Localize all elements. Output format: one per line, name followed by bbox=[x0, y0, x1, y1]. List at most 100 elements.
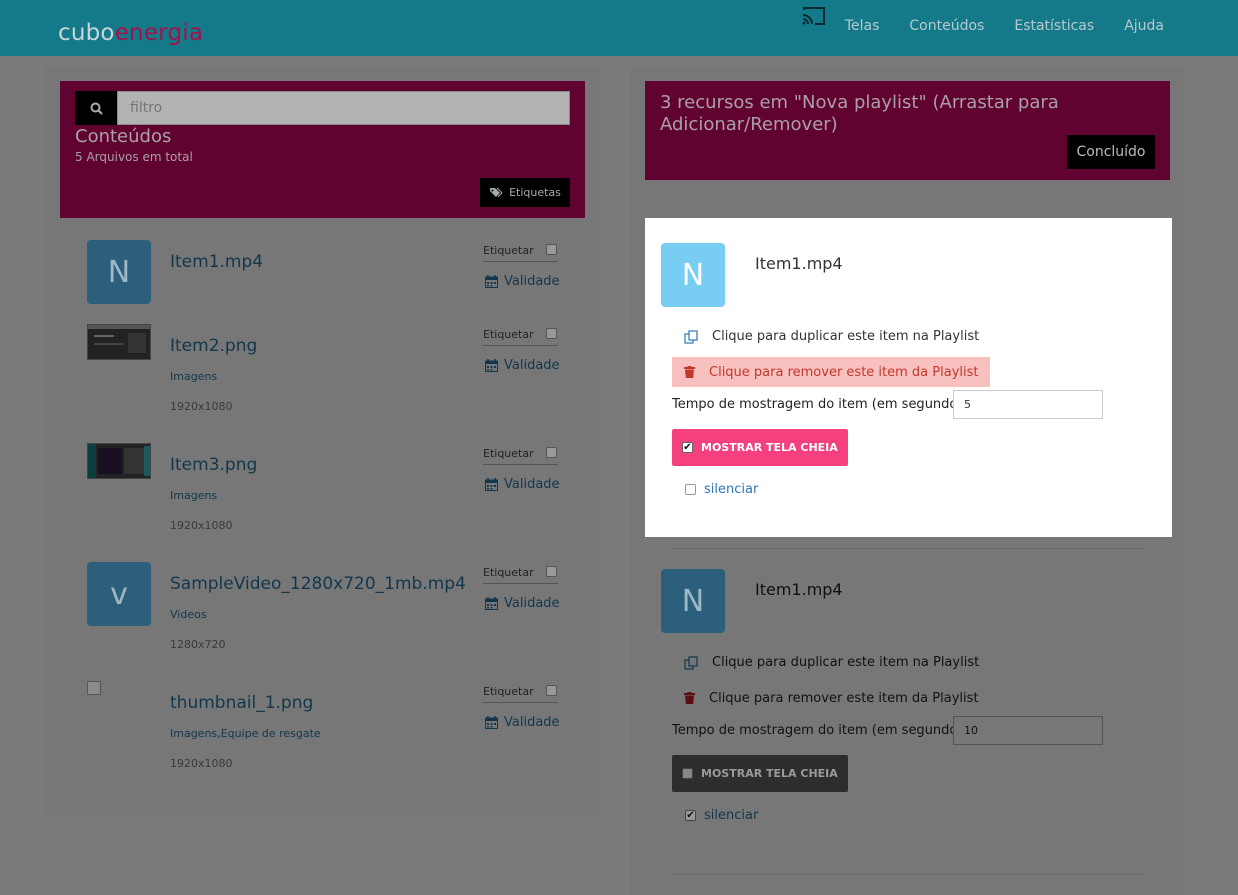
playlist-item-name: Item1.mp4 bbox=[755, 580, 843, 599]
mute-toggle[interactable]: silenciar bbox=[685, 482, 758, 497]
display-time-label: Tempo de mostragem do item (em segundos)… bbox=[672, 397, 974, 412]
search-icon bbox=[90, 102, 103, 115]
nav-link-ajuda[interactable]: Ajuda bbox=[1124, 18, 1164, 34]
validity-label: Validade bbox=[504, 596, 560, 611]
playlist-title: 3 recursos em "Nova playlist" (Arrastar … bbox=[660, 92, 1059, 135]
tag-label: Etiquetar bbox=[483, 447, 534, 460]
display-time-input[interactable]: 10 bbox=[953, 716, 1103, 745]
content-type: Videos bbox=[170, 608, 207, 621]
content-thumbnail-image bbox=[87, 443, 151, 479]
top-navbar: cuboenergia Telas Conteúdos Estatísticas… bbox=[0, 0, 1238, 56]
fullscreen-toggle[interactable]: MOSTRAR TELA CHEIA bbox=[672, 755, 848, 792]
validity-label: Validade bbox=[504, 477, 560, 492]
content-resolution: 1920x1080 bbox=[170, 400, 233, 413]
mute-label: silenciar bbox=[704, 808, 759, 823]
validity-link[interactable]: Validade bbox=[485, 358, 560, 373]
duplicate-item-link[interactable]: Clique para duplicar este item na Playli… bbox=[684, 655, 979, 670]
tag-checkbox[interactable] bbox=[546, 685, 557, 696]
mute-toggle[interactable]: ✔ silenciar bbox=[685, 808, 758, 823]
broken-image-icon bbox=[87, 681, 101, 695]
tag-checkbox-label[interactable]: Etiquetar bbox=[483, 244, 558, 262]
nav-link-conteudos[interactable]: Conteúdos bbox=[909, 18, 984, 34]
mute-checkbox[interactable] bbox=[685, 484, 696, 495]
display-time-label: Tempo de mostragem do item (em segundos)… bbox=[672, 723, 974, 738]
tag-label: Etiquetar bbox=[483, 685, 534, 698]
content-type: Imagens bbox=[170, 370, 218, 383]
tag-checkbox[interactable] bbox=[546, 244, 557, 255]
logo-text-energia: energia bbox=[114, 20, 204, 46]
validity-link[interactable]: Validade bbox=[485, 596, 560, 611]
remove-item-label: Clique para remover este item da Playlis… bbox=[709, 690, 979, 706]
divider bbox=[672, 874, 1144, 875]
content-name[interactable]: SampleVideo_1280x720_1mb.mp4 bbox=[170, 574, 466, 594]
trash-icon bbox=[684, 692, 695, 704]
remove-item-link[interactable]: Clique para remover este item da Playlis… bbox=[672, 683, 990, 713]
cast-icon[interactable] bbox=[802, 7, 826, 25]
tag-checkbox-label[interactable]: Etiquetar bbox=[483, 685, 558, 703]
validity-label: Validade bbox=[504, 274, 560, 289]
duplicate-item-label: Clique para duplicar este item na Playli… bbox=[712, 655, 980, 670]
fullscreen-checkbox[interactable] bbox=[682, 768, 693, 779]
tags-button[interactable]: Etiquetas bbox=[480, 178, 570, 207]
tag-label: Etiquetar bbox=[483, 244, 534, 257]
nav-links: Telas Conteúdos Estatísticas Ajuda bbox=[845, 18, 1164, 34]
tag-checkbox-label[interactable]: Etiquetar bbox=[483, 447, 558, 465]
content-name[interactable]: Item2.png bbox=[170, 336, 257, 356]
validity-link[interactable]: Validade bbox=[485, 274, 560, 289]
tags-icon bbox=[490, 187, 503, 198]
content-resolution: 1920x1080 bbox=[170, 519, 233, 532]
mute-checkbox[interactable]: ✔ bbox=[685, 810, 696, 821]
validity-label: Validade bbox=[504, 715, 560, 730]
calendar-icon bbox=[485, 716, 498, 729]
content-type: Imagens,Equipe de resgate bbox=[170, 727, 321, 740]
content-name[interactable]: Item1.mp4 bbox=[170, 252, 263, 272]
tag-checkbox-label[interactable]: Etiquetar bbox=[483, 328, 558, 346]
done-button[interactable]: Concluído bbox=[1067, 135, 1155, 169]
calendar-icon bbox=[485, 478, 498, 491]
tags-button-label: Etiquetas bbox=[509, 186, 561, 199]
tag-checkbox[interactable] bbox=[546, 566, 557, 577]
validity-label: Validade bbox=[504, 358, 560, 373]
content-resolution: 1280x720 bbox=[170, 638, 226, 651]
validity-link[interactable]: Validade bbox=[485, 477, 560, 492]
playlist-item-thumbnail: N bbox=[661, 243, 725, 307]
fullscreen-toggle[interactable]: ✔ MOSTRAR TELA CHEIA bbox=[672, 429, 848, 466]
content-thumbnail-image bbox=[87, 324, 151, 360]
duplicate-item-link[interactable]: Clique para duplicar este item na Playli… bbox=[684, 329, 979, 344]
tag-label: Etiquetar bbox=[483, 566, 534, 579]
filter-input[interactable] bbox=[117, 91, 570, 125]
calendar-icon bbox=[485, 359, 498, 372]
copy-icon bbox=[684, 329, 698, 344]
tag-checkbox[interactable] bbox=[546, 328, 557, 339]
tag-label: Etiquetar bbox=[483, 328, 534, 341]
fullscreen-label: MOSTRAR TELA CHEIA bbox=[701, 441, 838, 454]
search-button[interactable] bbox=[75, 91, 117, 125]
playlist-item-thumbnail: N bbox=[661, 569, 725, 633]
display-time-input[interactable]: 5 bbox=[953, 390, 1103, 419]
nav-link-estatisticas[interactable]: Estatísticas bbox=[1014, 18, 1094, 34]
duplicate-item-label: Clique para duplicar este item na Playli… bbox=[712, 329, 980, 344]
content-thumbnail: v bbox=[87, 562, 151, 626]
logo[interactable]: cuboenergia bbox=[58, 20, 203, 46]
copy-icon bbox=[684, 655, 698, 670]
validity-link[interactable]: Validade bbox=[485, 715, 560, 730]
logo-text-cubo: cubo bbox=[58, 20, 115, 46]
content-name[interactable]: thumbnail_1.png bbox=[170, 693, 313, 713]
library-title: Conteúdos bbox=[75, 126, 172, 147]
calendar-icon bbox=[485, 597, 498, 610]
remove-item-label: Clique para remover este item da Playlis… bbox=[709, 364, 979, 380]
fullscreen-checkbox[interactable]: ✔ bbox=[682, 442, 693, 453]
content-type: Imagens bbox=[170, 489, 218, 502]
trash-icon bbox=[684, 366, 695, 378]
mute-label: silenciar bbox=[704, 482, 759, 497]
content-thumbnail: N bbox=[87, 240, 151, 304]
divider bbox=[672, 548, 1144, 549]
fullscreen-label: MOSTRAR TELA CHEIA bbox=[701, 767, 838, 780]
tag-checkbox[interactable] bbox=[546, 447, 557, 458]
tag-checkbox-label[interactable]: Etiquetar bbox=[483, 566, 558, 584]
content-resolution: 1920x1080 bbox=[170, 757, 233, 770]
nav-link-telas[interactable]: Telas bbox=[845, 18, 880, 34]
content-name[interactable]: Item3.png bbox=[170, 455, 257, 475]
remove-item-link[interactable]: Clique para remover este item da Playlis… bbox=[672, 357, 991, 387]
calendar-icon bbox=[485, 275, 498, 288]
